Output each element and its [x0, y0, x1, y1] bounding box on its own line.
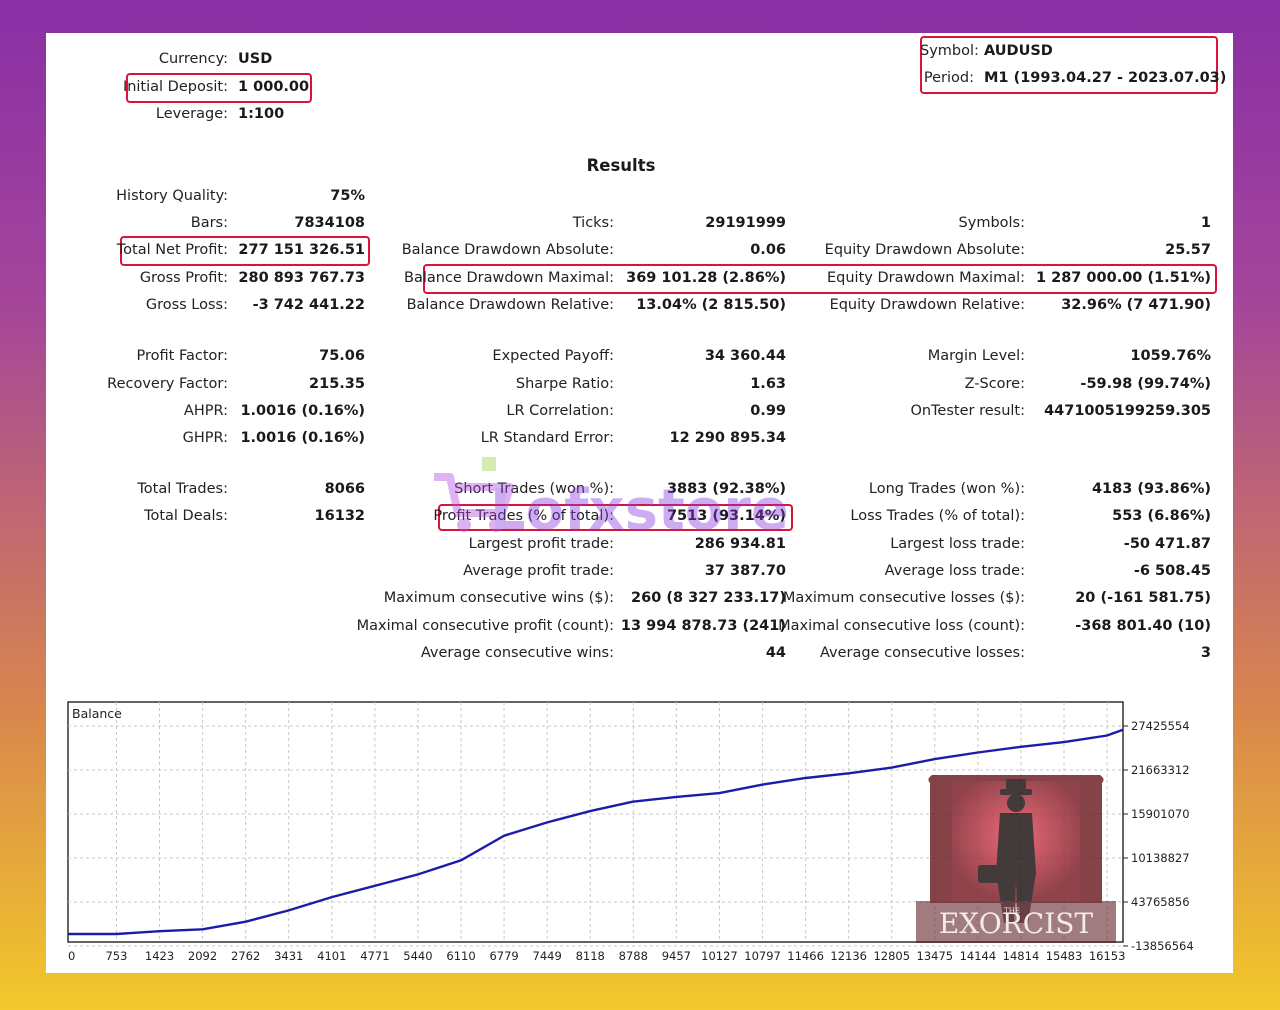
x-tick-label: 11466 [787, 949, 824, 963]
stat-value: -368 801.40 (10) [1075, 618, 1211, 634]
stat-value: -50 471.87 [1123, 536, 1211, 552]
currency-value: USD [238, 51, 273, 67]
x-tick-label: 14814 [1003, 949, 1040, 963]
report-page: Currency: USD Initial Deposit: 1 000.00 … [46, 33, 1233, 973]
chart-title: Balance [72, 706, 122, 721]
currency-row: Currency: USD [46, 48, 346, 70]
stat-value: 1 [1200, 215, 1211, 231]
col3-stat-row: Symbols: 1 [46, 212, 1233, 234]
col3-stat-row: Maximum consecutive losses ($): 20 (-161 … [46, 587, 1233, 609]
col3-stat-row: Equity Drawdown Absolute: 25.57 [46, 239, 1233, 261]
stat-label: Equity Drawdown Absolute: [824, 242, 1025, 258]
leverage-row: Leverage: 1:100 [46, 103, 346, 125]
x-tick-label: 2092 [188, 949, 217, 963]
col3-stat-row: Z-Score: -59.98 (99.74%) [46, 373, 1233, 395]
col3-stat-row: OnTester result: 4471005199259.305 [46, 400, 1233, 422]
y-tick-label: 10138827 [1131, 851, 1190, 865]
x-tick-label: 16153 [1089, 949, 1126, 963]
stat-label: Equity Drawdown Relative: [829, 297, 1025, 313]
x-tick-label: 14144 [960, 949, 997, 963]
x-tick-label: 4101 [317, 949, 346, 963]
stat-label: Maximum consecutive losses ($): [782, 590, 1025, 606]
currency-label: Currency: [158, 51, 228, 67]
col3-stat-row: Average loss trade: -6 508.45 [46, 560, 1233, 582]
y-tick-label: 21663312 [1131, 763, 1190, 777]
y-tick-label: 15901070 [1131, 807, 1190, 821]
deposit-row: Initial Deposit: 1 000.00 [46, 76, 346, 98]
stat-value: -6 508.45 [1133, 563, 1211, 579]
stat-label: OnTester result: [910, 403, 1025, 419]
leverage-value: 1:100 [238, 106, 285, 122]
col3-stat-row: Average consecutive losses: 3 [46, 642, 1233, 664]
symbol-row: Symbol: AUDUSD [920, 40, 1218, 62]
col2-stat-row: LR Standard Error: 12 290 895.34 [46, 427, 1233, 449]
period-label: Period: [923, 70, 974, 86]
stat-label: History Quality: [116, 188, 228, 204]
y-tick-label: 43765856 [1131, 895, 1190, 909]
exorcist-logo: EXORCIST THE [916, 753, 1116, 943]
stat-label: Symbols: [958, 215, 1025, 231]
x-tick-label: 8118 [576, 949, 605, 963]
stat-value: 1059.76% [1130, 348, 1211, 364]
results-title: Results [586, 156, 656, 175]
stat-label: Largest loss trade: [890, 536, 1025, 552]
x-tick-label: 9457 [662, 949, 691, 963]
stat-value: 75% [330, 188, 365, 204]
period-value: M1 (1993.04.27 - 2023.07.03) [984, 70, 1227, 86]
deposit-value: 1 000.00 [238, 79, 310, 95]
x-tick-label: 8788 [619, 949, 648, 963]
col1-stat-row: History Quality: 75% [46, 185, 1233, 207]
x-tick-label: 6110 [446, 949, 475, 963]
stat-label: Maximal consecutive loss (count): [778, 618, 1025, 634]
stat-value: 4183 (93.86%) [1091, 481, 1211, 497]
stat-value: 12 290 895.34 [669, 430, 787, 446]
stat-value: 1 287 000.00 (1.51%) [1035, 270, 1211, 286]
x-tick-label: 12136 [830, 949, 867, 963]
x-tick-label: 4771 [360, 949, 389, 963]
x-tick-label: 7449 [533, 949, 562, 963]
x-tick-label: 15483 [1046, 949, 1083, 963]
stat-label: Loss Trades (% of total): [850, 508, 1025, 524]
stat-value: 553 (6.86%) [1112, 508, 1211, 524]
stat-value: 3 [1200, 645, 1211, 661]
stat-value: -59.98 (99.74%) [1080, 376, 1211, 392]
col3-stat-row: Long Trades (won %): 4183 (93.86%) [46, 478, 1233, 500]
exorcist-small-text: THE [1004, 907, 1020, 915]
col3-stat-row: Margin Level: 1059.76% [46, 345, 1233, 367]
x-tick-label: 0 [68, 949, 75, 963]
col3-stat-row: Loss Trades (% of total): 553 (6.86%) [46, 505, 1233, 527]
symbol-label: Symbol: [920, 43, 979, 59]
x-tick-label: 1423 [145, 949, 174, 963]
x-tick-label: 2762 [231, 949, 260, 963]
stat-label: Long Trades (won %): [868, 481, 1025, 497]
x-tick-label: 3431 [274, 949, 303, 963]
x-tick-label: 5440 [403, 949, 432, 963]
x-tick-label: 6779 [489, 949, 518, 963]
stat-label: Average consecutive losses: [819, 645, 1025, 661]
y-tick-label: -13856564 [1131, 939, 1194, 953]
x-tick-label: 753 [105, 949, 127, 963]
symbol-value: AUDUSD [984, 43, 1053, 59]
stat-value: 20 (-161 581.75) [1075, 590, 1211, 606]
x-tick-label: 10127 [701, 949, 738, 963]
stat-value: 4471005199259.305 [1044, 403, 1211, 419]
col3-stat-row: Equity Drawdown Relative: 32.96% (7 471.9… [46, 294, 1233, 316]
x-tick-label: 13475 [917, 949, 954, 963]
stat-label: Equity Drawdown Maximal: [827, 270, 1025, 286]
leverage-label: Leverage: [155, 106, 228, 122]
period-row: Period: M1 (1993.04.27 - 2023.07.03) [920, 67, 1227, 89]
stat-value: 25.57 [1165, 242, 1211, 258]
stat-label: Z-Score: [964, 376, 1025, 392]
y-tick-label: 27425554 [1131, 719, 1190, 733]
col3-stat-row: Equity Drawdown Maximal: 1 287 000.00 (1.… [46, 267, 1233, 289]
stat-value: 32.96% (7 471.90) [1061, 297, 1211, 313]
stat-label: Average loss trade: [884, 563, 1025, 579]
deposit-label: Initial Deposit: [122, 79, 228, 95]
col3-stat-row: Largest loss trade: -50 471.87 [46, 533, 1233, 555]
stat-label: Margin Level: [927, 348, 1025, 364]
x-tick-label: 10797 [744, 949, 781, 963]
x-tick-label: 12805 [873, 949, 910, 963]
col3-stat-row: Maximal consecutive loss (count): -368 80… [46, 615, 1233, 637]
stat-label: LR Standard Error: [480, 430, 614, 446]
